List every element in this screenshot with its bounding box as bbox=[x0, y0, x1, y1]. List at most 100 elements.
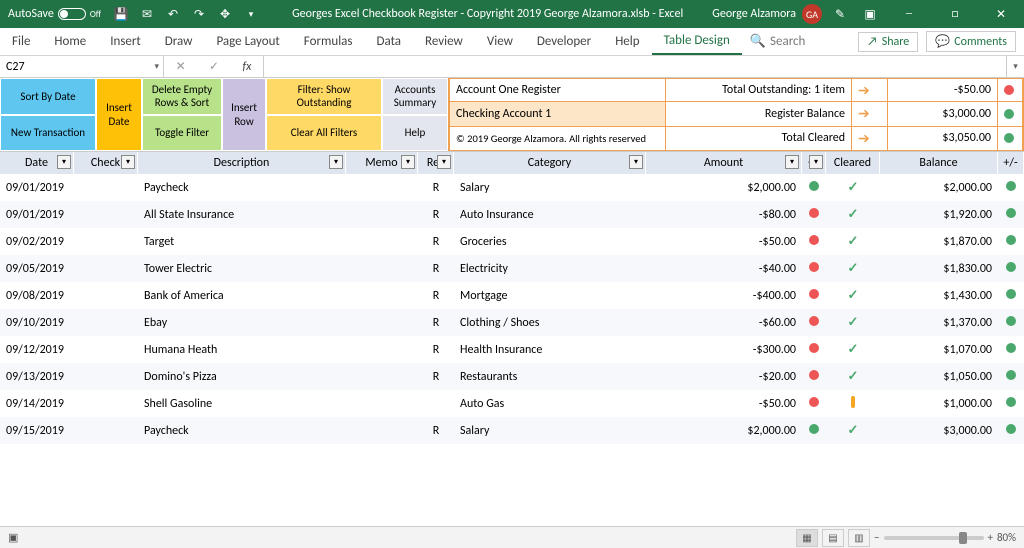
cell-rec[interactable]: R bbox=[418, 316, 454, 330]
cell-amount[interactable]: -$50.00 bbox=[646, 397, 802, 411]
ribbon-tab-table-design[interactable]: Table Design bbox=[652, 28, 742, 55]
ribbon-tab-page-layout[interactable]: Page Layout bbox=[204, 28, 291, 55]
cancel-formula-icon[interactable]: ✕ bbox=[176, 59, 186, 74]
zoom-in-button[interactable]: + bbox=[988, 531, 993, 544]
filter-icon[interactable]: ▾ bbox=[57, 155, 71, 169]
search-box[interactable]: 🔍 Search bbox=[742, 28, 814, 55]
cell-amount[interactable]: -$20.00 bbox=[646, 370, 802, 384]
filter-icon[interactable]: ▾ bbox=[401, 155, 415, 169]
cell-description[interactable]: All State Insurance bbox=[138, 208, 346, 222]
cell-balance[interactable]: $1,920.00 bbox=[880, 208, 998, 222]
cell-amount[interactable]: $2,000.00 bbox=[646, 181, 802, 195]
cell-cleared[interactable]: ✓ bbox=[826, 234, 880, 249]
cell-balance[interactable]: $2,000.00 bbox=[880, 181, 998, 195]
page-layout-view-button[interactable]: ▤ bbox=[822, 529, 844, 547]
cell-description[interactable]: Tower Electric bbox=[138, 262, 346, 276]
cell-category[interactable]: Auto Gas bbox=[454, 397, 646, 411]
table-row[interactable]: 09/12/2019Humana HeathRHealth Insurance-… bbox=[0, 336, 1024, 363]
cell-balance[interactable]: $1,830.00 bbox=[880, 262, 998, 276]
ribbon-tab-home[interactable]: Home bbox=[42, 28, 98, 55]
cell-amount[interactable]: -$60.00 bbox=[646, 316, 802, 330]
col-amount[interactable]: Amount▾ bbox=[646, 152, 802, 174]
filter-icon[interactable]: ▾ bbox=[121, 155, 135, 169]
cell-cleared[interactable] bbox=[826, 396, 880, 412]
cell-amount[interactable]: $2,000.00 bbox=[646, 424, 802, 438]
cell-amount[interactable]: -$50.00 bbox=[646, 235, 802, 249]
ribbon-tab-insert[interactable]: Insert bbox=[98, 28, 153, 55]
new-transaction-button[interactable]: New Transaction bbox=[0, 115, 96, 152]
table-row[interactable]: 09/15/2019PaycheckRSalary$2,000.00✓$3,00… bbox=[0, 417, 1024, 444]
cell-date[interactable]: 09/01/2019 bbox=[0, 208, 74, 222]
cell-rec[interactable]: R bbox=[418, 343, 454, 357]
cell-date[interactable]: 09/01/2019 bbox=[0, 181, 74, 195]
cell-balance[interactable]: $1,430.00 bbox=[880, 289, 998, 303]
toggle-filter-button[interactable]: Toggle Filter bbox=[142, 115, 222, 152]
pen-icon[interactable]: ✎ bbox=[828, 2, 852, 26]
cell-description[interactable]: Humana Heath bbox=[138, 343, 346, 357]
cell-cleared[interactable]: ✓ bbox=[826, 342, 880, 357]
filter-icon[interactable]: ▾ bbox=[629, 155, 643, 169]
qat-dropdown-icon[interactable]: ▾ bbox=[239, 2, 263, 26]
ribbon-display-icon[interactable]: ▣ bbox=[858, 2, 882, 26]
cell-cleared[interactable]: ✓ bbox=[826, 369, 880, 384]
cell-category[interactable]: Electricity bbox=[454, 262, 646, 276]
table-row[interactable]: 09/13/2019Domino's PizzaRRestaurants-$20… bbox=[0, 363, 1024, 390]
cell-cleared[interactable]: ✓ bbox=[826, 315, 880, 330]
cell-date[interactable]: 09/02/2019 bbox=[0, 235, 74, 249]
cell-description[interactable]: Bank of America bbox=[138, 289, 346, 303]
user-area[interactable]: George Alzamora GA ✎ ▣ bbox=[712, 2, 886, 26]
cell-description[interactable]: Shell Gasoline bbox=[138, 397, 346, 411]
minimize-button[interactable]: ─ bbox=[886, 0, 932, 28]
share-button[interactable]: ↗ Share bbox=[858, 32, 918, 52]
table-row[interactable]: 09/05/2019Tower ElectricRElectricity-$40… bbox=[0, 255, 1024, 282]
ribbon-tab-formulas[interactable]: Formulas bbox=[292, 28, 365, 55]
cell-rec[interactable]: R bbox=[418, 235, 454, 249]
cell-date[interactable]: 09/13/2019 bbox=[0, 370, 74, 384]
record-macro-icon[interactable]: ▣ bbox=[0, 531, 26, 544]
filter-icon[interactable]: ▾ bbox=[329, 155, 343, 169]
formula-bar-expand[interactable]: ▾ bbox=[1006, 56, 1024, 77]
clear-filters-button[interactable]: Clear All Filters bbox=[266, 115, 382, 152]
col-cleared[interactable]: Cleared bbox=[826, 152, 880, 174]
col-category[interactable]: Category▾ bbox=[454, 152, 646, 174]
cell-category[interactable]: Restaurants bbox=[454, 370, 646, 384]
cell-rec[interactable]: R bbox=[418, 289, 454, 303]
cell-balance[interactable]: $1,870.00 bbox=[880, 235, 998, 249]
cell-balance[interactable]: $3,000.00 bbox=[880, 424, 998, 438]
table-row[interactable]: 09/01/2019All State InsuranceRAuto Insur… bbox=[0, 201, 1024, 228]
cell-date[interactable]: 09/08/2019 bbox=[0, 289, 74, 303]
table-row[interactable]: 09/14/2019Shell GasolineAuto Gas-$50.00$… bbox=[0, 390, 1024, 417]
zoom-level[interactable]: 80% bbox=[997, 531, 1016, 544]
enter-formula-icon[interactable]: ✓ bbox=[209, 59, 219, 74]
ribbon-tab-review[interactable]: Review bbox=[413, 28, 475, 55]
cell-category[interactable]: Salary bbox=[454, 424, 646, 438]
avatar[interactable]: GA bbox=[802, 4, 822, 24]
cell-date[interactable]: 09/10/2019 bbox=[0, 316, 74, 330]
cell-cleared[interactable]: ✓ bbox=[826, 180, 880, 195]
maximize-button[interactable]: □ bbox=[932, 0, 978, 28]
cell-balance[interactable]: $1,050.00 bbox=[880, 370, 998, 384]
ribbon-tab-data[interactable]: Data bbox=[365, 28, 414, 55]
col-check[interactable]: Check▾ bbox=[74, 152, 138, 174]
cell-cleared[interactable]: ✓ bbox=[826, 261, 880, 276]
col-balance[interactable]: Balance bbox=[880, 152, 998, 174]
ribbon-tab-help[interactable]: Help bbox=[603, 28, 651, 55]
cell-category[interactable]: Mortgage bbox=[454, 289, 646, 303]
col-description[interactable]: Description▾ bbox=[138, 152, 346, 174]
normal-view-button[interactable]: ▦ bbox=[796, 529, 818, 547]
cell-description[interactable]: Target bbox=[138, 235, 346, 249]
cell-category[interactable]: Clothing / Shoes bbox=[454, 316, 646, 330]
cell-category[interactable]: Groceries bbox=[454, 235, 646, 249]
comments-button[interactable]: 💬 Comments bbox=[926, 31, 1016, 52]
insert-row-button[interactable]: Insert Row bbox=[222, 78, 266, 151]
col-memo[interactable]: Memo▾ bbox=[346, 152, 418, 174]
save-icon[interactable]: 💾 bbox=[109, 2, 133, 26]
table-row[interactable]: 09/08/2019Bank of AmericaRMortgage-$400.… bbox=[0, 282, 1024, 309]
help-button[interactable]: Help bbox=[382, 115, 448, 152]
redo-icon[interactable]: ↷ bbox=[187, 2, 211, 26]
insert-date-button[interactable]: Insert Date bbox=[96, 78, 142, 151]
filter-outstanding-button[interactable]: Filter: Show Outstanding bbox=[266, 78, 382, 115]
table-row[interactable]: 09/10/2019EbayRClothing / Shoes-$60.00✓$… bbox=[0, 309, 1024, 336]
ribbon-tab-view[interactable]: View bbox=[475, 28, 525, 55]
cell-balance[interactable]: $1,000.00 bbox=[880, 397, 998, 411]
